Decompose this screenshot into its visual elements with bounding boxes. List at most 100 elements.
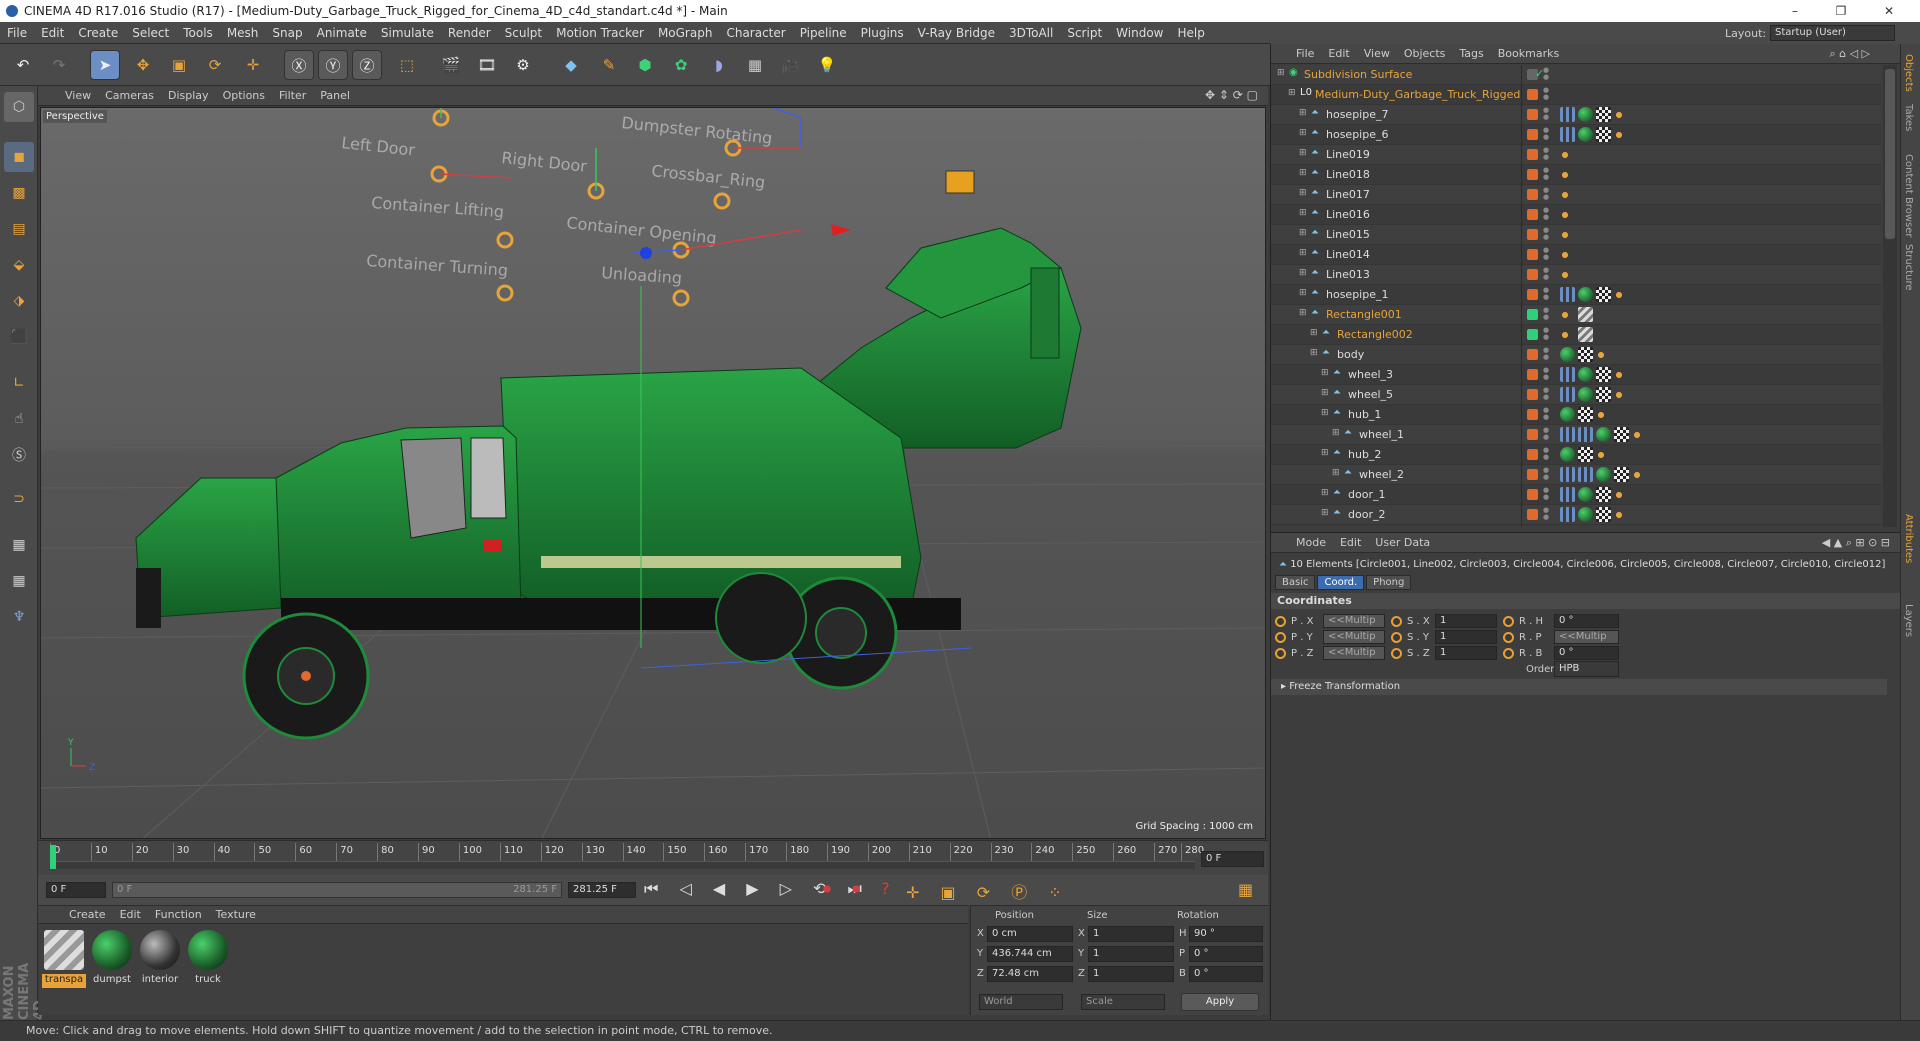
expand-toggle-icon[interactable]: ⊞ (1310, 328, 1318, 338)
layer-color-chip[interactable] (1527, 209, 1538, 220)
menu-simulate[interactable]: Simulate (374, 26, 441, 40)
visibility-dots-icon[interactable]: ● ● (1543, 407, 1549, 421)
soft-selection-icon[interactable]: Ⓢ (4, 440, 34, 470)
render-picture-viewer-icon[interactable]: 🎞 (472, 50, 502, 80)
uvw-tag-icon[interactable] (1578, 447, 1593, 462)
object-row[interactable]: ⊞ ⏶ Line018 ● ● (1271, 165, 1881, 185)
uvw-tag-icon[interactable] (1614, 467, 1629, 482)
expand-toggle-icon[interactable]: ⊞ (1277, 68, 1285, 78)
object-menu-bookmarks[interactable]: Bookmarks (1491, 47, 1566, 60)
uvw-tag-icon[interactable] (1578, 347, 1593, 362)
object-scrollbar[interactable] (1883, 65, 1897, 527)
object-row[interactable]: ⊞ ⏶ hosepipe_6 ● ● (1271, 125, 1881, 145)
material-tag-icon[interactable] (1578, 507, 1593, 522)
menu-file[interactable]: File (0, 26, 34, 40)
object-name[interactable]: hosepipe_7 (1326, 108, 1389, 121)
layer-color-chip[interactable] (1527, 189, 1538, 200)
material-menu-function[interactable]: Function (148, 908, 209, 921)
constraint-tag-icon[interactable] (1560, 107, 1575, 122)
position-field[interactable]: 72.48 cm (987, 966, 1073, 982)
uvw-tag-icon[interactable] (1596, 367, 1611, 382)
visibility-dots-icon[interactable]: ● ● (1543, 267, 1549, 281)
visibility-dots-icon[interactable]: ● ● (1543, 347, 1549, 361)
layer-color-chip[interactable] (1527, 269, 1538, 280)
xpresso-tag-icon[interactable] (1560, 270, 1570, 280)
menu-motion-tracker[interactable]: Motion Tracker (549, 26, 651, 40)
expand-toggle-icon[interactable]: ⊞ (1299, 268, 1307, 278)
xpresso-tag-icon[interactable] (1632, 470, 1642, 480)
end-frame-field[interactable]: 281.25 F (568, 882, 636, 898)
attribute-tab-phong[interactable]: Phong (1366, 575, 1412, 590)
keyframe-radio[interactable] (1275, 616, 1286, 627)
timeline-window-icon[interactable]: ▦ (1238, 880, 1253, 899)
menu-animate[interactable]: Animate (310, 26, 374, 40)
x-axis-icon[interactable]: Ⓧ (284, 50, 314, 80)
attr-p-field[interactable]: <<Multip (1323, 614, 1385, 628)
expand-toggle-icon[interactable]: ⊞ (1299, 188, 1307, 198)
xpresso-tag-icon[interactable] (1614, 490, 1624, 500)
attr-s-field[interactable]: 1 (1435, 630, 1497, 644)
object-row[interactable]: ⊞ ⏶ Line016 ● ● (1271, 205, 1881, 225)
visibility-dots-icon[interactable]: ● ● (1543, 467, 1549, 481)
material-tag-icon[interactable] (1560, 447, 1575, 462)
attr-s-field[interactable]: 1 (1435, 646, 1497, 660)
viewport-menu-filter[interactable]: Filter (272, 89, 313, 102)
keyframe-radio[interactable] (1391, 648, 1402, 659)
transform-tool-icon[interactable]: ✛ (238, 50, 268, 80)
check-icon[interactable]: ✓ (1535, 67, 1544, 80)
object-name[interactable]: door_2 (1348, 508, 1385, 521)
constraint-tag-icon[interactable] (1578, 427, 1593, 442)
object-name[interactable]: hub_1 (1348, 408, 1381, 421)
size-field[interactable]: 1 (1088, 946, 1174, 962)
expand-toggle-icon[interactable]: ⊞ (1299, 128, 1307, 138)
xpresso-tag-icon[interactable] (1614, 390, 1624, 400)
menu-3dtoall[interactable]: 3DToAll (1002, 26, 1060, 40)
menu-script[interactable]: Script (1060, 26, 1109, 40)
attr-p-field[interactable]: <<Multip (1323, 630, 1385, 644)
rotate-tool-icon[interactable]: ⟳ (200, 50, 230, 80)
object-name[interactable]: Medium-Duty_Garbage_Truck_Rigged (1315, 88, 1520, 101)
subdivision-icon[interactable]: ⬢ (630, 50, 660, 80)
viewport-menu-panel[interactable]: Panel (313, 89, 357, 102)
object-row[interactable]: ⊞ ⏶ Rectangle001 ● ● (1271, 305, 1881, 325)
preview-range-slider[interactable]: 0 F 281.25 F (112, 882, 562, 898)
object-row[interactable]: ⊞ ⏶ wheel_1 ● ● (1271, 425, 1881, 445)
object-row[interactable]: ⊞ ⏶ Line014 ● ● (1271, 245, 1881, 265)
select-tool-icon[interactable]: ➤ (90, 50, 120, 80)
material-tag-icon[interactable] (1578, 367, 1593, 382)
visibility-dots-icon[interactable]: ● ● (1543, 187, 1549, 201)
xpresso-tag-icon[interactable] (1560, 170, 1570, 180)
object-menu-objects[interactable]: Objects (1397, 47, 1453, 60)
uvw-tag-icon[interactable] (1596, 107, 1611, 122)
material-tag-icon[interactable] (1578, 387, 1593, 402)
viewport-menu-view[interactable]: View (58, 89, 98, 102)
timeline-track[interactable] (50, 861, 1195, 869)
layer-color-chip[interactable] (1527, 369, 1538, 380)
uvw-tag-icon[interactable] (1578, 407, 1593, 422)
layout-dropdown[interactable]: Startup (User) (1770, 25, 1895, 41)
visibility-dots-icon[interactable]: ● ● (1543, 127, 1549, 141)
undo-icon[interactable]: ↶ (8, 50, 38, 80)
material-swatch[interactable]: truck (185, 928, 231, 992)
expand-toggle-icon[interactable]: ⊞ (1332, 468, 1340, 478)
expand-toggle-icon[interactable]: ⊞ (1299, 168, 1307, 178)
maximize-button[interactable]: ❐ (1818, 0, 1864, 22)
constraint-tag-icon[interactable] (1560, 127, 1575, 142)
attribute-menu-mode[interactable]: Mode (1289, 536, 1333, 549)
object-row[interactable]: ⊞ ⏶ door_1 ● ● (1271, 485, 1881, 505)
snap-icon[interactable]: ⊃ (4, 484, 34, 514)
rotation-field[interactable]: 90 ° (1189, 926, 1263, 942)
object-menu-file[interactable]: File (1289, 47, 1321, 60)
material-tag-icon[interactable] (1596, 467, 1611, 482)
visibility-dots-icon[interactable]: ● ● (1543, 327, 1549, 341)
menu-sculpt[interactable]: Sculpt (498, 26, 549, 40)
keyframe-radio[interactable] (1503, 648, 1514, 659)
coord-mode-dropdown[interactable]: World (979, 994, 1063, 1010)
coord-scale-dropdown[interactable]: Scale (1081, 994, 1165, 1010)
render-settings-icon[interactable]: ⚙ (508, 50, 538, 80)
xpresso-tag-icon[interactable] (1596, 410, 1606, 420)
attr-s-field[interactable]: 1 (1435, 614, 1497, 628)
attr-r-field[interactable]: 0 ° (1554, 614, 1619, 628)
object-row[interactable]: ⊞ ⏶ Rectangle002 ● ● (1271, 325, 1881, 345)
visibility-dots-icon[interactable]: ● ● (1543, 507, 1549, 521)
